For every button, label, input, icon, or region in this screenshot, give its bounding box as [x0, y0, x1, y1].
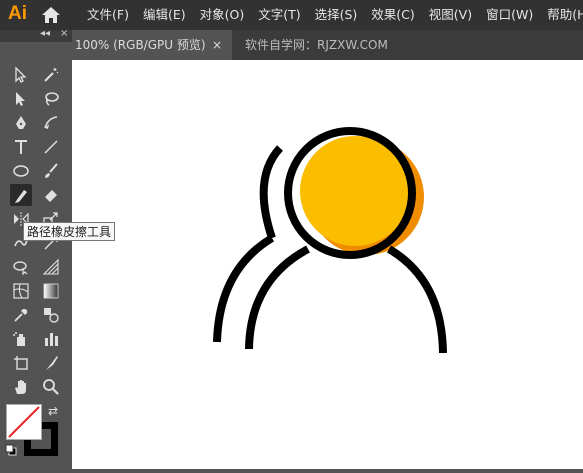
perspective-grid-tool-icon[interactable]: [40, 256, 62, 278]
tools-panel-header: ◂◂ ×: [0, 28, 72, 42]
zoom-tool-icon[interactable]: [40, 376, 62, 398]
ellipse-tool-icon[interactable]: [10, 160, 32, 182]
no-fill-slash-icon: [8, 406, 40, 438]
menu-help[interactable]: 帮助(H): [540, 0, 583, 30]
line-segment-tool-icon[interactable]: [40, 136, 62, 158]
swap-colors-icon[interactable]: ⇄: [48, 404, 62, 418]
menu-bar: Ai 文件(F) 编辑(E) 对象(O) 文字(T) 选择(S) 效果(C) 视…: [0, 0, 583, 30]
tab-second-label: 软件自学网：RJZXW.COM: [245, 38, 388, 52]
magic-wand-tool-icon[interactable]: [40, 64, 62, 86]
column-graph-tool-icon[interactable]: [40, 328, 62, 350]
slice-tool-icon[interactable]: [40, 352, 62, 374]
menu-effect[interactable]: 效果(C): [364, 0, 421, 30]
tab-document-active[interactable]: 100% (RGB/GPU 预览): [72, 30, 232, 60]
menu-view[interactable]: 视图(V): [422, 0, 479, 30]
menu-select[interactable]: 选择(S): [308, 0, 365, 30]
menu-object[interactable]: 对象(O): [193, 0, 252, 30]
collapse-panel-icon[interactable]: ◂◂: [40, 28, 50, 39]
blend-tool-icon[interactable]: [40, 304, 62, 326]
shape-builder-tool-icon[interactable]: [10, 256, 32, 278]
head-back-arc: [259, 145, 284, 240]
tab-document-label: 100% (RGB/GPU 预览): [75, 38, 206, 52]
pen-tool-icon[interactable]: [10, 112, 32, 134]
curvature-tool-icon[interactable]: [40, 112, 62, 134]
tab-close-icon[interactable]: ×: [212, 30, 222, 60]
mesh-tool-icon[interactable]: [10, 280, 32, 302]
tab-document-second[interactable]: 软件自学网：RJZXW.COM: [245, 30, 388, 60]
fill-color-swatch[interactable]: [6, 404, 42, 440]
selection-tool-icon[interactable]: [10, 64, 32, 86]
type-tool-icon[interactable]: [10, 136, 32, 158]
app-logo: Ai: [8, 3, 27, 24]
menu-window[interactable]: 窗口(W): [479, 0, 540, 30]
symbol-sprayer-tool-icon[interactable]: [10, 328, 32, 350]
user-icon-artwork: [213, 127, 447, 354]
default-colors-icon[interactable]: [5, 444, 17, 456]
body-front-arc: [245, 245, 447, 354]
eraser-tool-icon[interactable]: [40, 184, 62, 206]
artboard-canvas[interactable]: [72, 60, 583, 469]
main-menu: 文件(F) 编辑(E) 对象(O) 文字(T) 选择(S) 效果(C) 视图(V…: [80, 0, 583, 30]
artboard-tool-icon[interactable]: [10, 352, 32, 374]
lasso-tool-icon[interactable]: [40, 88, 62, 110]
menu-type[interactable]: 文字(T): [251, 0, 307, 30]
hand-tool-icon[interactable]: [10, 376, 32, 398]
tool-tooltip: 路径橡皮擦工具: [23, 222, 115, 241]
eyedropper-tool-icon[interactable]: [10, 304, 32, 326]
close-panel-icon[interactable]: ×: [60, 28, 68, 39]
gradient-tool-icon[interactable]: [40, 280, 62, 302]
menu-file[interactable]: 文件(F): [80, 0, 136, 30]
path-eraser-tool-icon[interactable]: [10, 184, 32, 206]
paintbrush-tool-icon[interactable]: [40, 160, 62, 182]
direct-selection-tool-icon[interactable]: [10, 88, 32, 110]
document-tab-bar: 100% (RGB/GPU 预览) × 软件自学网：RJZXW.COM: [72, 30, 583, 60]
home-icon[interactable]: [40, 5, 62, 25]
menu-edit[interactable]: 编辑(E): [136, 0, 193, 30]
